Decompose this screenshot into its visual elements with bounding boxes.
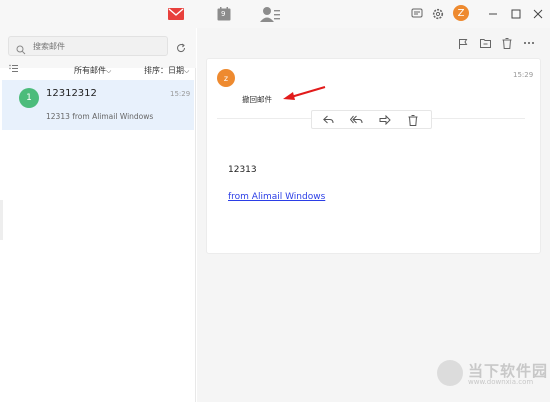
calendar-icon[interactable]: 9 (215, 5, 233, 23)
minimize-button[interactable] (484, 5, 502, 23)
watermark-url: www.downxia.com (468, 378, 534, 386)
chevron-down-icon: ⌵ (184, 67, 190, 75)
mail-sender: 12312312 (46, 88, 97, 99)
message-time: 15:29 (513, 71, 534, 79)
gear-icon[interactable] (429, 5, 447, 23)
contacts-icon[interactable] (260, 5, 280, 23)
multi-select-icon[interactable] (9, 64, 18, 75)
sort-dropdown[interactable]: 排序：日期⌵ (144, 65, 189, 76)
reply-all-icon[interactable] (349, 113, 363, 127)
forward-icon[interactable] (378, 113, 392, 127)
collapse-handle[interactable] (0, 200, 3, 240)
message-action-bar (311, 110, 432, 129)
list-item[interactable]: 1 12312312 15:29 12313 from Alimail Wind… (2, 80, 194, 130)
chevron-down-icon: ⌵ (106, 67, 112, 75)
unread-badge: 1 (19, 88, 39, 108)
mail-preview: 12313 from Alimail Windows (46, 112, 154, 121)
more-icon[interactable] (522, 36, 536, 50)
message-body-link[interactable]: from Alimail Windows (228, 192, 325, 202)
flag-icon[interactable] (456, 36, 470, 50)
message-subject: 撤回邮件 (242, 95, 272, 104)
mail-icon[interactable] (167, 5, 185, 23)
mail-time: 15:29 (170, 90, 191, 98)
annotation-arrow-icon (283, 86, 326, 100)
mail-filter-label: 所有邮件 (74, 66, 106, 75)
delete-icon[interactable] (406, 113, 420, 127)
search-input[interactable] (33, 37, 163, 55)
message-card: z 15:29 撤回邮件 12313 from Alimail Windows (206, 58, 541, 254)
calendar-day: 9 (221, 10, 226, 18)
trash-icon[interactable] (500, 36, 514, 50)
reply-icon[interactable] (321, 113, 335, 127)
reading-pane: z 15:29 撤回邮件 12313 from Alimail Windows (197, 28, 550, 402)
chat-icon[interactable] (408, 5, 426, 23)
close-button[interactable] (529, 5, 547, 23)
move-folder-icon[interactable] (478, 36, 492, 50)
mail-list-pane: 所有邮件⌵ 排序：日期⌵ 1 12312312 15:29 12313 from… (0, 28, 196, 402)
search-icon (16, 40, 26, 59)
mail-filter-dropdown[interactable]: 所有邮件⌵ (74, 65, 111, 76)
user-avatar[interactable]: Z (453, 5, 469, 21)
message-body-text: 12313 (228, 165, 257, 175)
sender-avatar: z (217, 69, 235, 87)
watermark-logo (437, 360, 463, 386)
title-bar: 9 Z (0, 0, 550, 28)
search-box[interactable] (8, 36, 168, 56)
filter-bar: 所有邮件⌵ 排序：日期⌵ (0, 62, 196, 78)
refresh-icon[interactable] (176, 38, 186, 57)
sort-label: 排序：日期 (144, 66, 184, 75)
maximize-button[interactable] (507, 5, 525, 23)
